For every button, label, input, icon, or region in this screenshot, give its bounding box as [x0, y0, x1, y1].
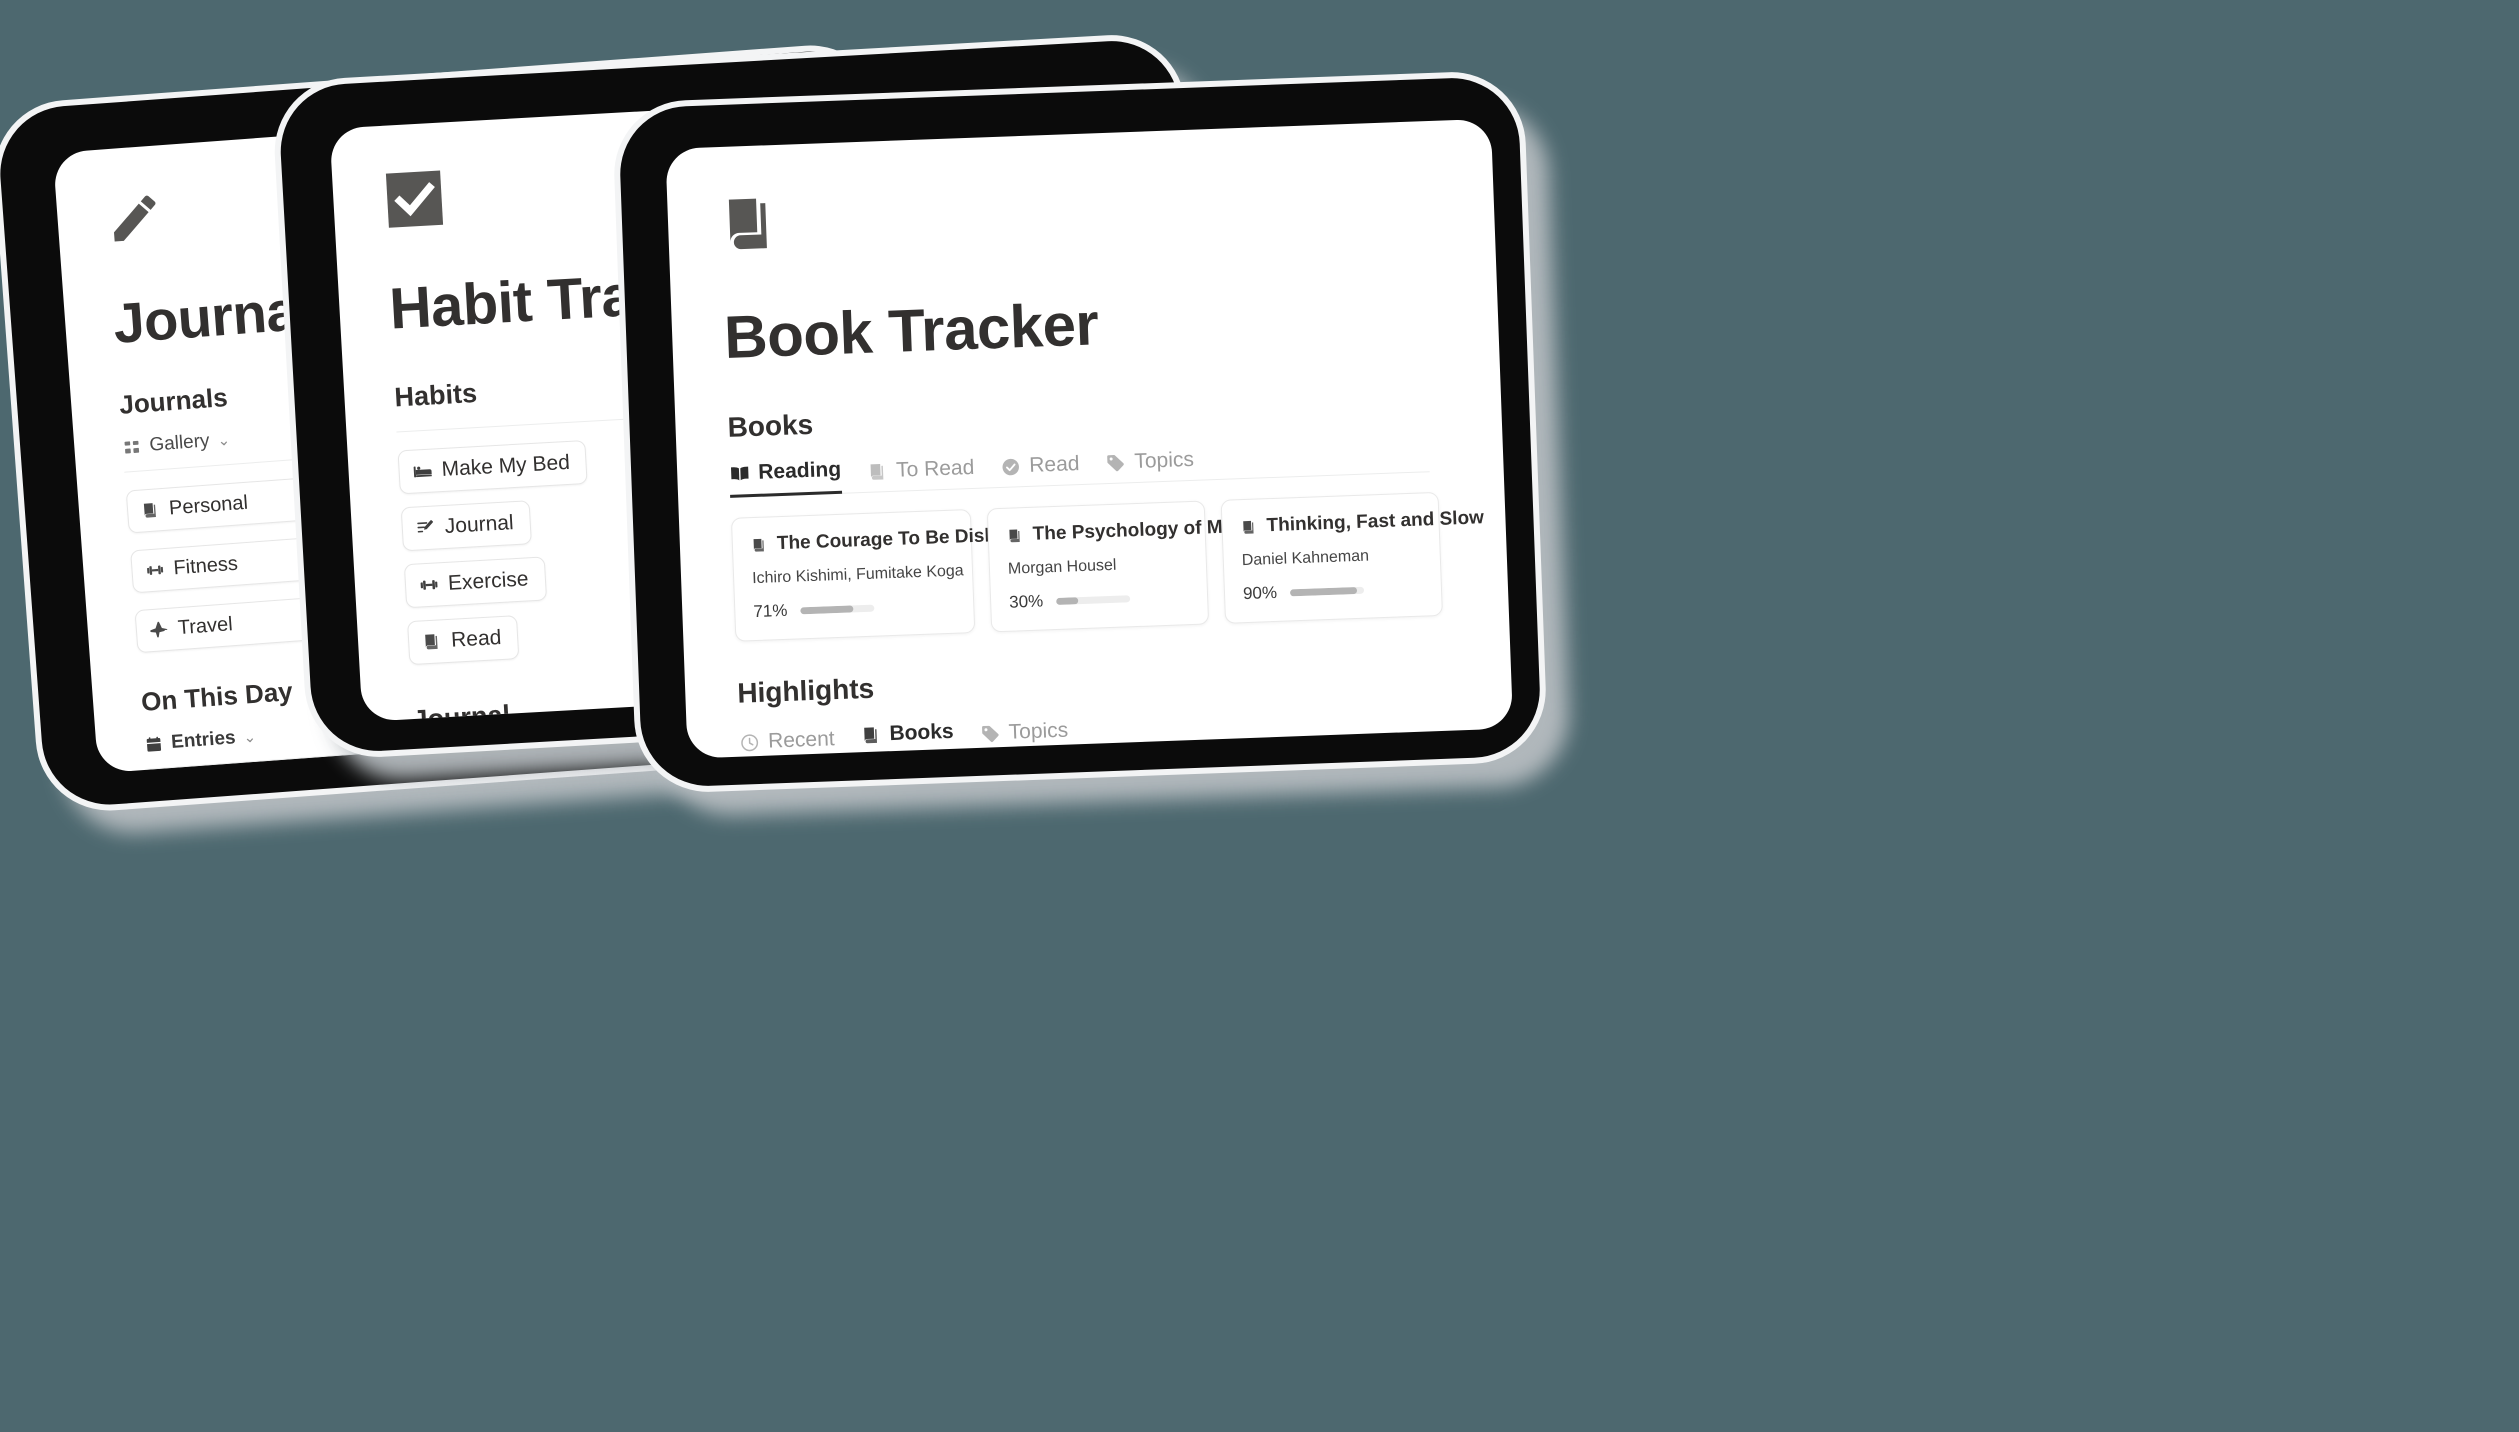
book-icon	[751, 536, 769, 554]
progress-label: 71%	[753, 600, 788, 622]
habit-label: Make My Bed	[440, 450, 571, 482]
book-icon	[1240, 518, 1258, 536]
progress-bar	[1289, 586, 1365, 596]
section-heading-books: Books	[727, 408, 814, 443]
habit-label: Journal	[444, 511, 515, 538]
book-icon	[860, 724, 882, 746]
book-icon	[867, 461, 889, 483]
tab-read[interactable]: Read	[1000, 452, 1080, 488]
book-icon	[1006, 527, 1024, 545]
tab-label: To Read	[895, 455, 975, 482]
book-card[interactable]: The Courage To Be Disliked Ichiro Kishim…	[730, 509, 1028, 642]
bed-icon	[412, 461, 433, 482]
progress-label: 90%	[1242, 582, 1278, 604]
book-title: Thinking, Fast and Slow	[1266, 507, 1485, 537]
journal-item-label: Personal	[168, 491, 249, 520]
progress-bar	[800, 604, 875, 614]
book-progress: 71%	[753, 595, 956, 622]
journal-item-label: Travel	[177, 613, 234, 640]
habit-item-make-my-bed[interactable]: Make My Bed	[397, 439, 589, 495]
tag-icon	[979, 723, 1001, 745]
book-screen: Book Tracker Books Reading To Read Read …	[665, 118, 1514, 759]
journal-pencil-icon	[415, 517, 436, 538]
journal-item-label: Fitness	[172, 552, 239, 580]
tab-topics[interactable]: Topics	[1105, 448, 1195, 484]
book-author: Daniel Kahneman	[1241, 547, 1370, 570]
book-card-title-row: The Courage To Be Disliked	[751, 524, 1028, 556]
dumbbell-icon	[145, 560, 165, 580]
screenshot-canvas: Journal Journals Gallery ⌄ Personal Fitn…	[0, 0, 2519, 1432]
habit-label: Read	[450, 625, 502, 652]
entries-label: Entries	[170, 727, 237, 753]
tab-label: Reading	[757, 457, 842, 484]
pencil-icon	[104, 187, 166, 249]
progress-label: 30%	[1008, 591, 1044, 612]
tab-label: Recent	[767, 727, 836, 753]
airplane-icon	[149, 620, 169, 640]
page-title: Book Tracker	[723, 290, 1100, 371]
habit-item-read[interactable]: Read	[407, 615, 520, 666]
book-card-title-row: The Psychology of Money	[1006, 515, 1267, 547]
tab-label: Read	[1028, 452, 1080, 477]
book-card-title-row: Thinking, Fast and Slow	[1240, 507, 1484, 539]
habit-item-exercise[interactable]: Exercise	[403, 556, 547, 609]
tab-label: Topics	[1008, 718, 1069, 744]
book-card[interactable]: The Psychology of Money Morgan Housel 30…	[986, 500, 1267, 633]
gallery-label: Gallery	[148, 430, 211, 456]
book-icon	[141, 500, 161, 520]
tag-icon	[1105, 452, 1127, 474]
clock-icon	[739, 731, 761, 753]
check-circle-icon	[1000, 456, 1022, 478]
gallery-icon	[122, 437, 142, 457]
dumbbell-icon	[419, 574, 440, 595]
section-heading-highlights: Highlights	[736, 672, 875, 709]
progress-bar	[1056, 594, 1131, 605]
habit-item-journal[interactable]: Journal	[400, 500, 532, 552]
tab-label: Books	[889, 719, 955, 746]
tab-label: Topics	[1133, 447, 1195, 474]
book-cards: The Courage To Be Disliked Ichiro Kishim…	[730, 491, 1484, 642]
book-card[interactable]: Thinking, Fast and Slow Daniel Kahneman …	[1220, 491, 1484, 624]
tab-reading[interactable]: Reading	[728, 457, 842, 498]
calendar-icon	[144, 734, 164, 754]
tab-to-read[interactable]: To Read	[867, 456, 975, 493]
book-progress: 90%	[1243, 578, 1424, 605]
book-icon	[422, 631, 443, 652]
chevron-down-icon: ⌄	[242, 728, 257, 747]
book-page: Book Tracker Books Reading To Read Read …	[665, 119, 1513, 759]
book-author: Morgan Housel	[1007, 556, 1117, 578]
books-tabs: Reading To Read Read Topics	[728, 436, 1430, 498]
book-author: Ichiro Kishimi, Fumitake Koga	[751, 562, 964, 588]
chevron-down-icon: ⌄	[216, 431, 231, 450]
habit-label: Exercise	[447, 567, 530, 595]
open-book-icon	[729, 463, 751, 485]
book-progress: 30%	[1009, 586, 1190, 613]
book-icon	[719, 165, 1495, 257]
tablet-book-tracker: Book Tracker Books Reading To Read Read …	[617, 75, 1572, 818]
